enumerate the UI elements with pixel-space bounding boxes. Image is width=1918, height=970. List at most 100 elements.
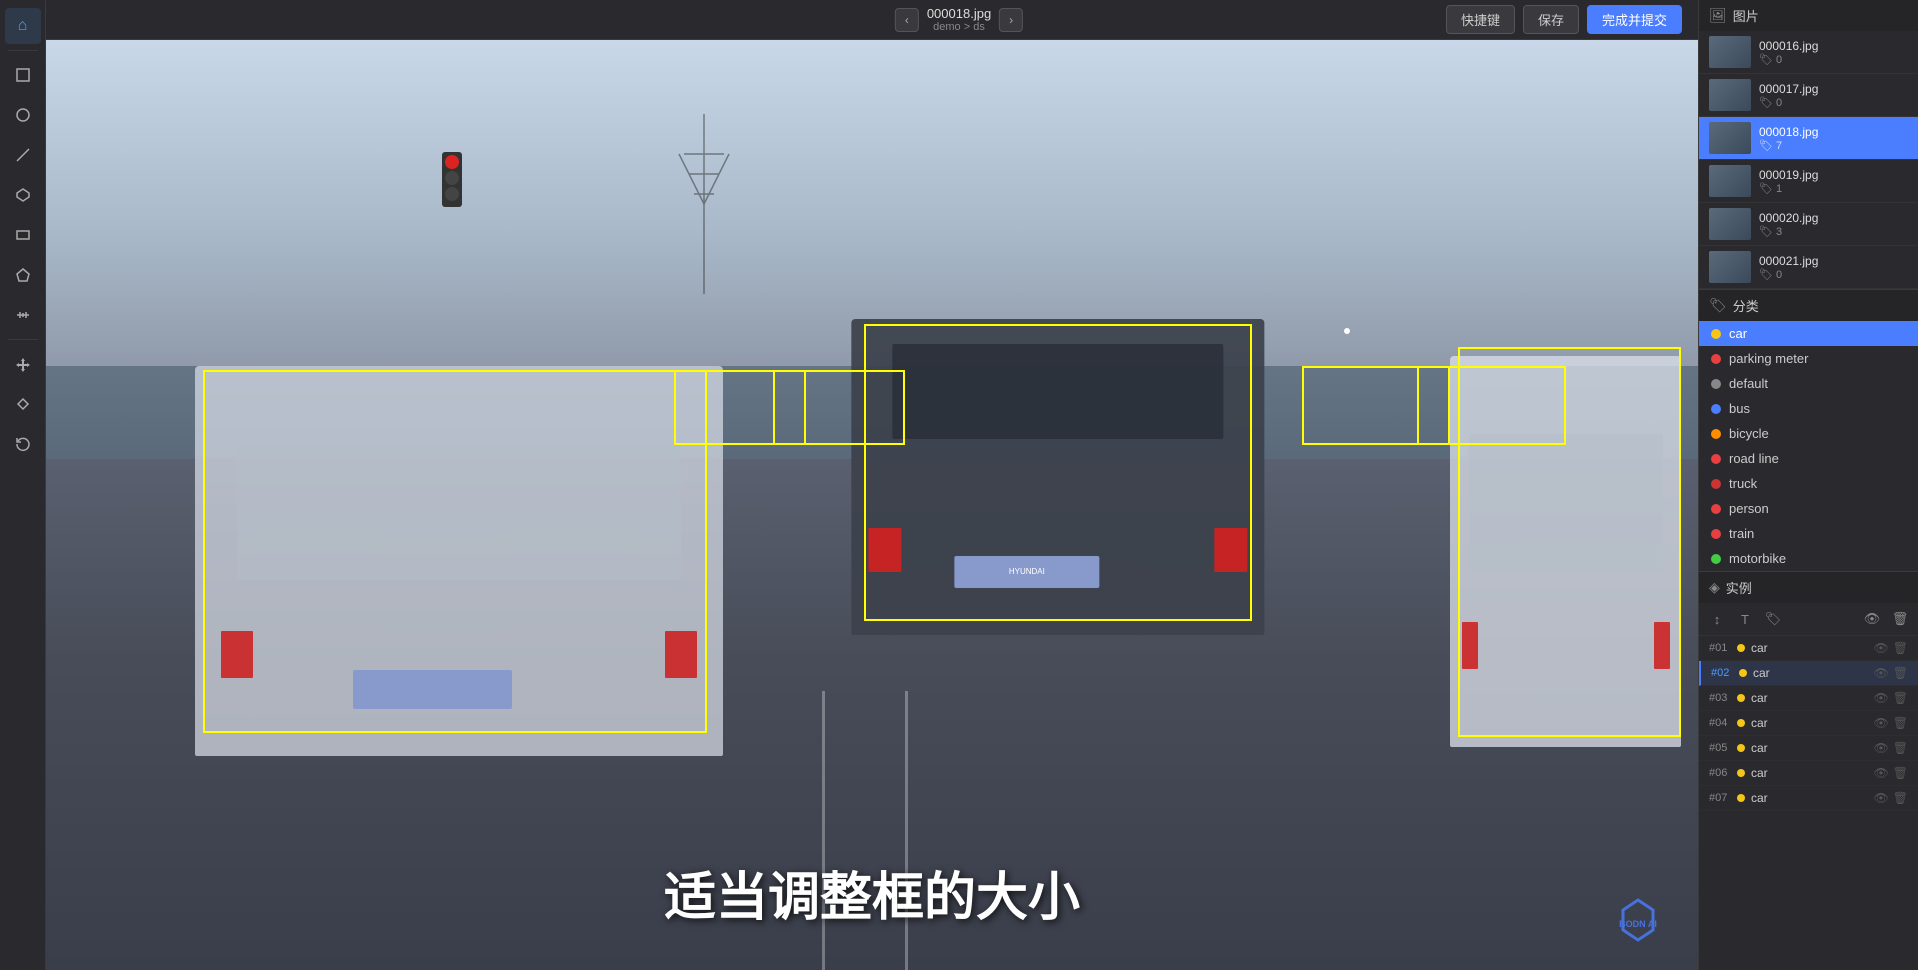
instance-dot xyxy=(1737,644,1745,652)
tail-light-right-2 xyxy=(1462,622,1478,669)
instance-label: car xyxy=(1751,741,1874,755)
instance-item-#05[interactable]: #05 car 👁 🗑 xyxy=(1699,736,1918,761)
instance-item-#04[interactable]: #04 car 👁 🗑 xyxy=(1699,711,1918,736)
circle-icon[interactable] xyxy=(5,97,41,133)
polygon-icon[interactable] xyxy=(5,177,41,213)
instance-eye-btn[interactable]: 👁 xyxy=(1874,716,1889,730)
shortcut-button[interactable]: 快捷键 xyxy=(1446,5,1515,34)
instance-label: car xyxy=(1751,791,1874,805)
instance-dot xyxy=(1737,794,1745,802)
instance-item-#07[interactable]: #07 car 👁 🗑 xyxy=(1699,786,1918,811)
instances-header-label: 实例 xyxy=(1726,578,1752,597)
road-marking-1 xyxy=(822,691,825,970)
instance-filter-icon[interactable]: T xyxy=(1733,607,1757,631)
file-item-000021.jpg[interactable]: 000021.jpg 🏷 0 xyxy=(1699,246,1918,289)
instance-eye-btn[interactable]: 👁 xyxy=(1874,666,1889,680)
instance-eye-btn[interactable]: 👁 xyxy=(1874,791,1889,805)
instance-item-#03[interactable]: #03 car 👁 🗑 xyxy=(1699,686,1918,711)
file-name-label: 000020.jpg xyxy=(1759,211,1908,225)
file-count-label: 🏷 7 xyxy=(1759,139,1908,152)
instance-item-#06[interactable]: #06 car 👁 🗑 xyxy=(1699,761,1918,786)
class-item-truck[interactable]: truck xyxy=(1699,471,1918,496)
thumb-img xyxy=(1709,122,1751,154)
instances-toolbar: ↕ T 🏷 👁 🗑 xyxy=(1699,603,1918,636)
file-thumb xyxy=(1709,122,1751,154)
move-icon[interactable] xyxy=(5,346,41,382)
instance-del-btn[interactable]: 🗑 xyxy=(1893,691,1908,705)
files-header-label: 图片 xyxy=(1733,6,1759,25)
instance-del-btn[interactable]: 🗑 xyxy=(1893,741,1908,755)
instance-eye-btn[interactable]: 👁 xyxy=(1874,691,1889,705)
instance-eye-btn[interactable]: 👁 xyxy=(1874,641,1889,655)
file-name-label: 000017.jpg xyxy=(1759,82,1908,96)
class-item-motorbike[interactable]: motorbike xyxy=(1699,546,1918,571)
instance-del-btn[interactable]: 🗑 xyxy=(1893,666,1908,680)
file-item-000020.jpg[interactable]: 000020.jpg 🏷 3 xyxy=(1699,203,1918,246)
eraser-icon[interactable] xyxy=(5,386,41,422)
nav-prev-button[interactable]: ‹ xyxy=(895,8,919,32)
file-name-label: 000021.jpg xyxy=(1759,254,1908,268)
instance-del-btn[interactable]: 🗑 xyxy=(1893,716,1908,730)
tail-light-center-l xyxy=(868,528,901,572)
instance-label: car xyxy=(1751,766,1874,780)
file-count-label: 🏷 0 xyxy=(1759,53,1908,66)
class-item-bus[interactable]: bus xyxy=(1699,396,1918,421)
rect-icon[interactable] xyxy=(5,217,41,253)
file-item-000017.jpg[interactable]: 000017.jpg 🏷 0 xyxy=(1699,74,1918,117)
tail-light-left xyxy=(665,631,697,678)
instance-eye-btn[interactable]: 👁 xyxy=(1874,766,1889,780)
ruler-icon[interactable] xyxy=(5,297,41,333)
filename-label: 000018.jpg xyxy=(927,6,991,21)
pentagon-icon[interactable] xyxy=(5,257,41,293)
instance-label: car xyxy=(1753,666,1874,680)
class-dot xyxy=(1711,504,1721,514)
instance-actions: 👁 🗑 xyxy=(1874,641,1908,655)
car-left-silhouette xyxy=(195,366,724,757)
line-icon[interactable] xyxy=(5,137,41,173)
instance-tag-icon[interactable]: 🏷 xyxy=(1761,607,1785,631)
class-dot xyxy=(1711,379,1721,389)
class-item-person[interactable]: person xyxy=(1699,496,1918,521)
instance-del-btn[interactable]: 🗑 xyxy=(1893,791,1908,805)
instance-item-#02[interactable]: #02 car 👁 🗑 xyxy=(1699,661,1918,686)
instance-eye-btn[interactable]: 👁 xyxy=(1874,741,1889,755)
center-car-window xyxy=(893,344,1223,439)
class-dot xyxy=(1711,404,1721,414)
nav-next-button[interactable]: › xyxy=(999,8,1023,32)
instance-dot xyxy=(1737,769,1745,777)
instance-del-btn[interactable]: 🗑 xyxy=(1893,641,1908,655)
submit-button[interactable]: 完成并提交 xyxy=(1587,5,1682,34)
class-dot xyxy=(1711,429,1721,439)
class-item-default[interactable]: default xyxy=(1699,371,1918,396)
class-dot xyxy=(1711,354,1721,364)
refresh-icon[interactable] xyxy=(5,426,41,462)
home-icon[interactable]: ⌂ xyxy=(5,8,41,44)
class-item-road-line[interactable]: road line xyxy=(1699,446,1918,471)
car-left-window xyxy=(237,444,681,581)
file-item-000016.jpg[interactable]: 000016.jpg 🏷 0 xyxy=(1699,31,1918,74)
instance-item-#01[interactable]: #01 car 👁 🗑 xyxy=(1699,636,1918,661)
instance-delete-icon[interactable]: 🗑 xyxy=(1888,607,1912,631)
file-name-label: 000019.jpg xyxy=(1759,168,1908,182)
file-count-label: 🏷 1 xyxy=(1759,182,1908,195)
thumb-img xyxy=(1709,251,1751,283)
class-item-bicycle[interactable]: bicycle xyxy=(1699,421,1918,446)
class-item-car[interactable]: car xyxy=(1699,321,1918,346)
save-button[interactable]: 保存 xyxy=(1523,5,1579,34)
instance-del-btn[interactable]: 🗑 xyxy=(1893,766,1908,780)
class-item-parking-meter[interactable]: parking meter xyxy=(1699,346,1918,371)
class-label: default xyxy=(1729,376,1768,391)
traffic-light-red xyxy=(445,155,459,169)
instance-actions: 👁 🗑 xyxy=(1874,691,1908,705)
class-item-train[interactable]: train xyxy=(1699,521,1918,546)
instance-actions: 👁 🗑 xyxy=(1874,766,1908,780)
instance-sort-icon[interactable]: ↕ xyxy=(1705,607,1729,631)
thumb-img xyxy=(1709,79,1751,111)
file-item-000018.jpg[interactable]: 000018.jpg 🏷 7 xyxy=(1699,117,1918,160)
instance-eye-icon[interactable]: 👁 xyxy=(1860,607,1884,631)
canvas-area[interactable]: HYUNDAI xyxy=(46,40,1698,970)
instance-label: car xyxy=(1751,641,1874,655)
layers-icon: ◈ xyxy=(1709,579,1720,596)
select-icon[interactable] xyxy=(5,57,41,93)
file-item-000019.jpg[interactable]: 000019.jpg 🏷 1 xyxy=(1699,160,1918,203)
